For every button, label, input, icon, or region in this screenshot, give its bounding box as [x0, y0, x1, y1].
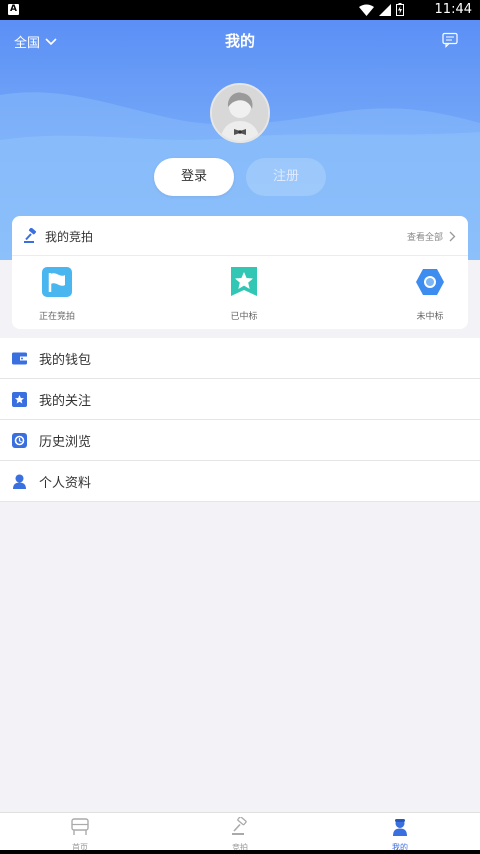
- default-avatar-icon: [212, 85, 268, 141]
- my-auction-card: 我的竞拍 查看全部 正在竞拍 已中标 未中标: [12, 216, 468, 329]
- tab-profile[interactable]: 我的: [320, 813, 480, 852]
- status-bidding[interactable]: 正在竞拍: [12, 266, 102, 322]
- gavel-icon: [24, 228, 37, 243]
- register-button[interactable]: 注册: [246, 158, 326, 196]
- menu-item-follow-label: 我的关注: [39, 393, 92, 409]
- hexagon-icon: [416, 269, 444, 295]
- signal-icon: [379, 3, 391, 16]
- star-icon: [12, 391, 27, 407]
- system-nav-strip: [0, 850, 480, 854]
- status-won-label: 已中标: [230, 312, 258, 322]
- my-auction-title: 我的竞拍: [45, 230, 94, 244]
- menu-item-wallet-label: 我的钱包: [39, 352, 92, 368]
- status-lost[interactable]: 未中标: [385, 266, 475, 322]
- gavel-icon: [232, 816, 247, 835]
- page-title: 我的: [224, 32, 255, 50]
- menu-item-follow[interactable]: 我的关注: [0, 379, 480, 420]
- home-icon: [71, 818, 89, 835]
- menu-item-history-label: 历史浏览: [39, 434, 92, 450]
- view-all-link[interactable]: 查看全部: [407, 230, 456, 243]
- menu-item-wallet[interactable]: 我的钱包: [0, 338, 480, 379]
- chevron-right-icon: [449, 231, 456, 242]
- star-badge-icon: [231, 267, 257, 296]
- my-auction-header[interactable]: 我的竞拍 查看全部: [12, 216, 468, 256]
- status-lost-label: 未中标: [416, 312, 444, 322]
- tab-auction[interactable]: 竞拍: [160, 813, 320, 852]
- profile-menu: 我的钱包 我的关注 历史浏览 个人资料: [0, 338, 480, 502]
- flag-icon: [42, 267, 72, 297]
- menu-item-profile-label: 个人资料: [39, 475, 92, 491]
- status-icons: [359, 3, 404, 16]
- profile-icon: [393, 819, 407, 836]
- status-bidding-label: 正在竞拍: [38, 312, 75, 322]
- wallet-icon: [12, 352, 27, 364]
- status-time: 11:44: [434, 2, 472, 17]
- history-icon: [12, 432, 27, 448]
- status-won[interactable]: 已中标: [199, 266, 289, 322]
- avatar[interactable]: [210, 83, 270, 143]
- battery-icon: [396, 3, 404, 16]
- message-icon[interactable]: [442, 32, 458, 48]
- status-bar: A 11:44: [0, 0, 480, 20]
- tab-home[interactable]: 首页: [0, 813, 160, 852]
- view-all-label: 查看全部: [406, 233, 443, 243]
- menu-item-history[interactable]: 历史浏览: [0, 420, 480, 461]
- notification-a-icon: A: [8, 4, 19, 15]
- wifi-icon: [359, 4, 374, 16]
- menu-item-profile[interactable]: 个人资料: [0, 461, 480, 502]
- login-button[interactable]: 登录: [154, 158, 234, 196]
- user-icon: [13, 474, 26, 489]
- bottom-tab-bar: 首页 竞拍 我的: [0, 812, 480, 852]
